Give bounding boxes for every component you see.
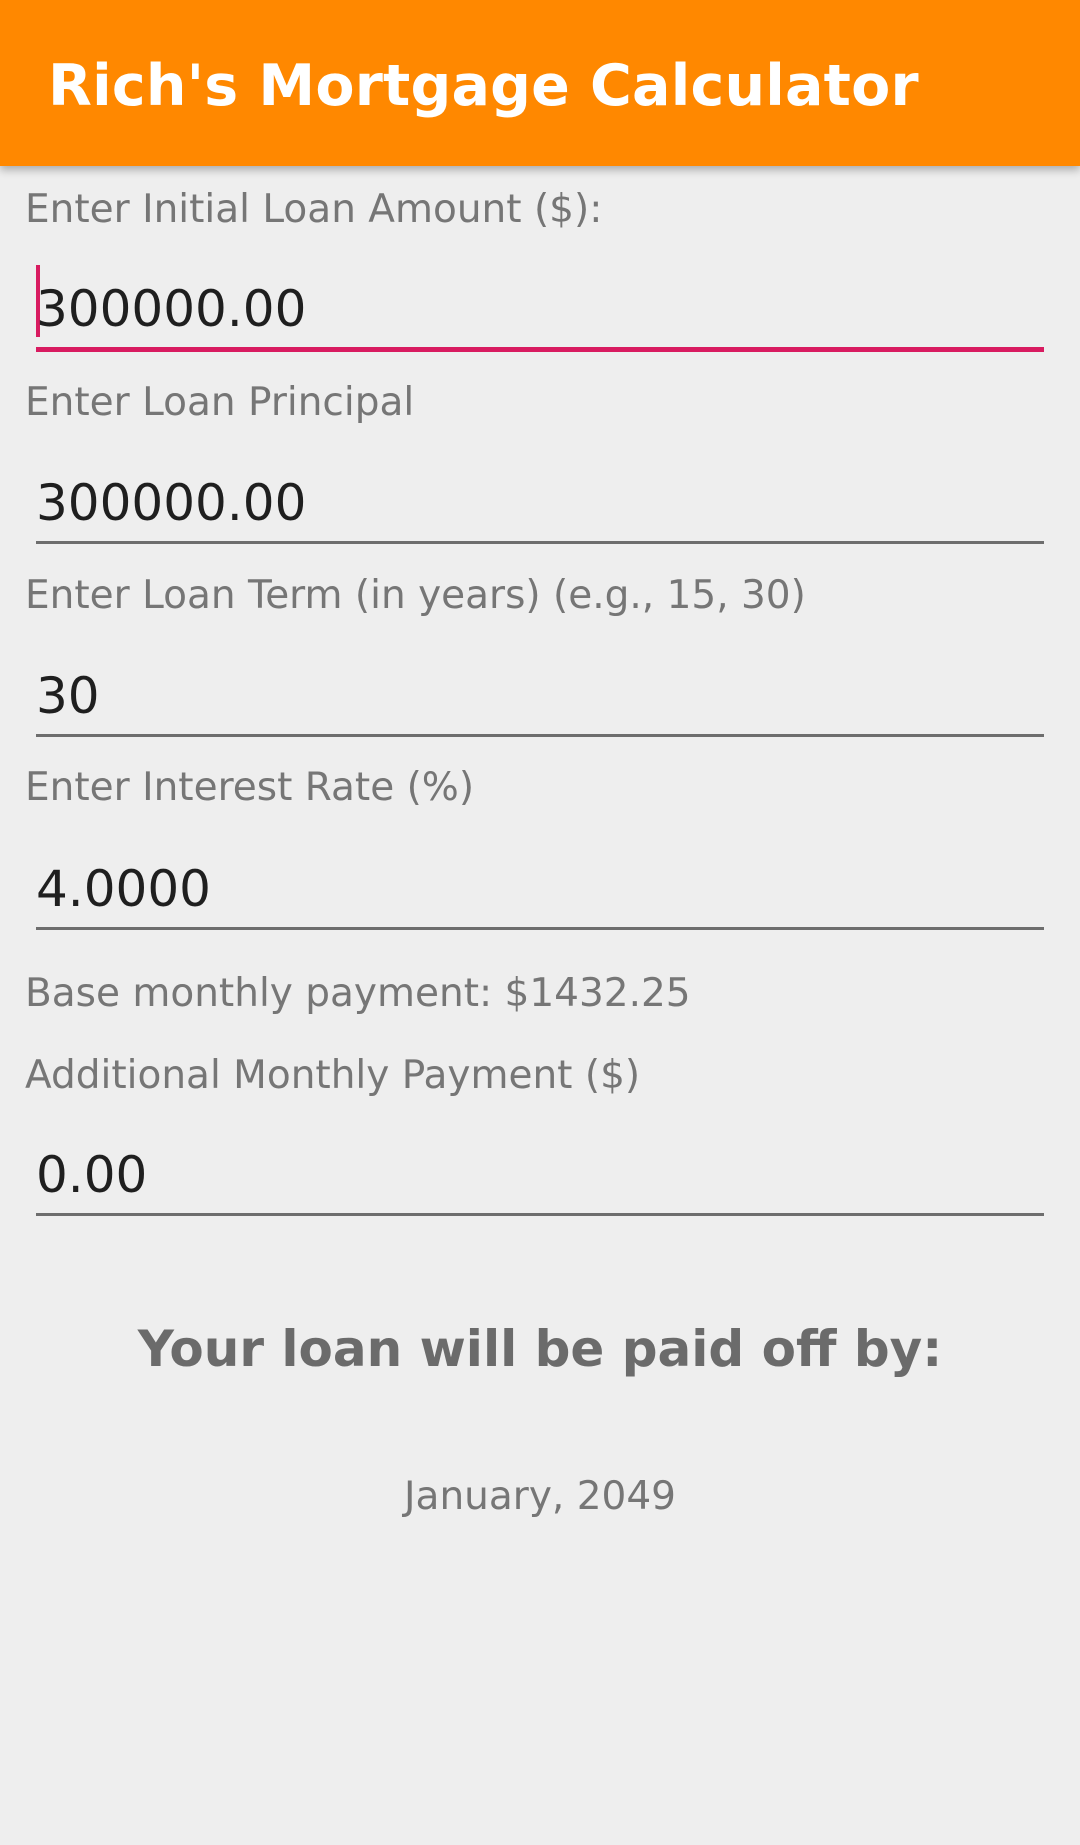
additional-monthly-payment-value: 0.00: [36, 1146, 148, 1204]
additional-monthly-payment-input[interactable]: 0.00: [36, 1126, 1044, 1216]
payoff-date: January, 2049: [404, 1474, 676, 1519]
loan-principal-input[interactable]: 300000.00: [36, 454, 1044, 544]
interest-rate-label: Enter Interest Rate (%): [25, 765, 475, 810]
base-monthly-payment-text: Base monthly payment: $1432.25: [25, 971, 691, 1016]
interest-rate-input[interactable]: 4.0000: [36, 840, 1044, 930]
initial-loan-amount-input[interactable]: 300000.00: [36, 262, 1044, 352]
interest-rate-value: 4.0000: [36, 860, 211, 918]
payoff-heading: Your loan will be paid off by:: [137, 1320, 943, 1378]
app-title: Rich's Mortgage Calculator: [48, 53, 919, 119]
initial-loan-amount-value: 300000.00: [36, 280, 307, 338]
loan-term-label: Enter Loan Term (in years) (e.g., 15, 30…: [25, 573, 806, 618]
loan-principal-value: 300000.00: [36, 474, 307, 532]
loan-term-input[interactable]: 30: [36, 647, 1044, 737]
app-bar: Rich's Mortgage Calculator: [0, 0, 1080, 166]
loan-principal-label: Enter Loan Principal: [25, 380, 415, 425]
mortgage-form: Enter Initial Loan Amount ($): 300000.00…: [0, 0, 1080, 1845]
additional-monthly-payment-label: Additional Monthly Payment ($): [25, 1053, 641, 1098]
initial-loan-amount-label: Enter Initial Loan Amount ($):: [25, 187, 603, 232]
loan-term-value: 30: [36, 667, 100, 725]
